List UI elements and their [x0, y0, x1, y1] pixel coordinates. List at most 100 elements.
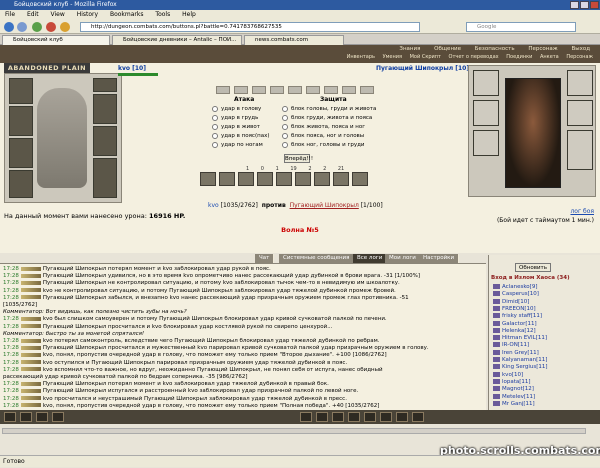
sidebar-member[interactable]: lopata[11]: [493, 378, 531, 385]
subnav-profile[interactable]: Анкета: [540, 54, 559, 60]
versus-player[interactable]: kvo: [208, 202, 219, 209]
sidebar-member[interactable]: kvo[10]: [493, 371, 523, 378]
menu-file[interactable]: File: [5, 11, 15, 18]
nav-security[interactable]: Безопасность: [475, 46, 515, 52]
spell-icon-3[interactable]: [238, 172, 254, 186]
sidebar-member[interactable]: Hitman EVIL[11]: [493, 335, 547, 341]
subnav-skills[interactable]: Умения: [383, 54, 402, 60]
sidebar-member[interactable]: Mr Ganj[11]: [493, 400, 535, 407]
menu-edit[interactable]: Edit: [27, 11, 39, 18]
action-button-6[interactable]: [306, 86, 320, 94]
menu-view[interactable]: View: [51, 11, 65, 18]
tool-icon-7[interactable]: [332, 412, 344, 422]
stop-icon[interactable]: [46, 22, 56, 32]
nav-communication[interactable]: Общение: [434, 46, 461, 52]
menu-help[interactable]: Help: [182, 11, 196, 18]
sidebar-member[interactable]: Metelev[11]: [493, 393, 535, 400]
tab-my-logs[interactable]: Мои логи: [385, 254, 421, 263]
subnav-script[interactable]: Мой Скрипт: [410, 54, 441, 60]
tab-system[interactable]: Системные сообщения: [279, 254, 355, 263]
action-button-2[interactable]: [234, 86, 248, 94]
menu-bookmarks[interactable]: Bookmarks: [110, 11, 144, 18]
sidebar-member[interactable]: Dimid[10]: [493, 298, 529, 305]
spell-icon-8[interactable]: [333, 172, 349, 186]
spell-icon-4[interactable]: [257, 172, 273, 186]
sidebar-member[interactable]: IR-ON[11]: [493, 342, 529, 348]
subnav-inventory[interactable]: Инвентарь: [347, 54, 375, 60]
maximize-button[interactable]: [580, 1, 589, 9]
tool-icon-12[interactable]: [412, 412, 424, 422]
tool-icon-2[interactable]: [20, 412, 32, 422]
sidebar-member[interactable]: frisky staff[11]: [493, 313, 542, 319]
sidebar-member[interactable]: FREEON[10]: [493, 305, 536, 312]
minimize-button[interactable]: [570, 1, 579, 9]
boots-slot[interactable]: [93, 158, 117, 198]
spell-icon-6[interactable]: [295, 172, 311, 186]
sidebar-member[interactable]: King Sergius[11]: [493, 364, 548, 370]
action-button-7[interactable]: [324, 86, 338, 94]
spell-icon-7[interactable]: [314, 172, 330, 186]
spell-icon-9[interactable]: [352, 172, 368, 186]
tool-icon-11[interactable]: [396, 412, 408, 422]
tool-icon-5[interactable]: [300, 412, 312, 422]
home-icon[interactable]: [60, 22, 70, 32]
forward-icon[interactable]: [17, 22, 27, 32]
sidebar-member[interactable]: Aclanesko[9]: [493, 284, 537, 290]
tool-icon-8[interactable]: [348, 412, 360, 422]
menu-tools[interactable]: Tools: [155, 11, 170, 18]
versus-enemy[interactable]: Пугающий Шипокрыл: [290, 202, 359, 209]
action-button-5[interactable]: [288, 86, 302, 94]
sidebar-member[interactable]: Galactor[11]: [493, 320, 537, 327]
attack-option-legs[interactable]: удар по ногам: [212, 141, 263, 149]
close-button[interactable]: [590, 1, 599, 9]
reload-icon[interactable]: [32, 22, 42, 32]
tab-news[interactable]: news.combats.com: [244, 35, 344, 45]
defense-option-5[interactable]: блок ног, головы и груди: [282, 141, 365, 149]
tool-icon-1[interactable]: [4, 412, 16, 422]
ring-slot[interactable]: [93, 78, 117, 92]
sidebar-member[interactable]: Helenka[12]: [493, 327, 536, 334]
attack-option-head[interactable]: удар в голову: [212, 105, 261, 113]
attack-option-belt[interactable]: удар в пояс(пах): [212, 132, 269, 140]
tab-combats[interactable]: Бойцовский клуб: [2, 35, 110, 45]
action-button-9[interactable]: [360, 86, 374, 94]
nav-knowledge[interactable]: Знания: [399, 46, 420, 52]
subnav-character[interactable]: Персонаж: [566, 54, 593, 60]
defense-option-1[interactable]: блок головы, груди и живота: [282, 105, 376, 113]
belt-slot[interactable]: [9, 170, 33, 198]
tool-icon-10[interactable]: [380, 412, 392, 422]
sidebar-member[interactable]: Kalyanaman[11]: [493, 357, 547, 363]
attack-option-stomach[interactable]: удар в живот: [212, 123, 260, 131]
battle-log-link[interactable]: лог боя: [570, 208, 594, 215]
action-button-8[interactable]: [342, 86, 356, 94]
weapon-slot[interactable]: [9, 106, 33, 136]
shield-slot[interactable]: [93, 126, 117, 156]
action-button-3[interactable]: [252, 86, 266, 94]
nav-character[interactable]: Персонаж: [528, 46, 557, 52]
defense-option-2[interactable]: блок груди, живота и пояса: [282, 114, 372, 122]
nav-exit[interactable]: Выход: [571, 46, 590, 52]
defense-option-3[interactable]: блок живота, пояса и ног: [282, 123, 365, 131]
tool-icon-9[interactable]: [364, 412, 376, 422]
refresh-button[interactable]: Обновить: [515, 263, 551, 272]
subnav-fights[interactable]: Поединки: [506, 54, 532, 60]
action-button-1[interactable]: [216, 86, 230, 94]
action-button-4[interactable]: [270, 86, 284, 94]
tab-chat[interactable]: Чат: [255, 254, 275, 263]
helmet-slot[interactable]: [9, 78, 33, 104]
spell-icon-5[interactable]: [276, 172, 292, 186]
enemy-name[interactable]: Пугающий Шипокрыл [10]: [376, 65, 469, 72]
tool-icon-4[interactable]: [52, 412, 64, 422]
subnav-transfers[interactable]: Отчет о переводах: [449, 54, 499, 60]
spell-icon-1[interactable]: [200, 172, 216, 186]
tab-all-logs[interactable]: Все логи: [353, 254, 388, 263]
search-input[interactable]: Google: [466, 22, 576, 32]
horizontal-scrollbar[interactable]: [2, 428, 586, 434]
sidebar-member[interactable]: Iren Grey[11]: [493, 349, 539, 356]
fight-button[interactable]: Вперёд!!!: [284, 154, 313, 163]
spell-icon-2[interactable]: [219, 172, 235, 186]
tool-icon-3[interactable]: [36, 412, 48, 422]
back-icon[interactable]: [4, 22, 14, 32]
address-bar[interactable]: http://dungeon.combats.com/buttons.pl?ba…: [80, 22, 420, 32]
armor-slot[interactable]: [9, 138, 33, 168]
